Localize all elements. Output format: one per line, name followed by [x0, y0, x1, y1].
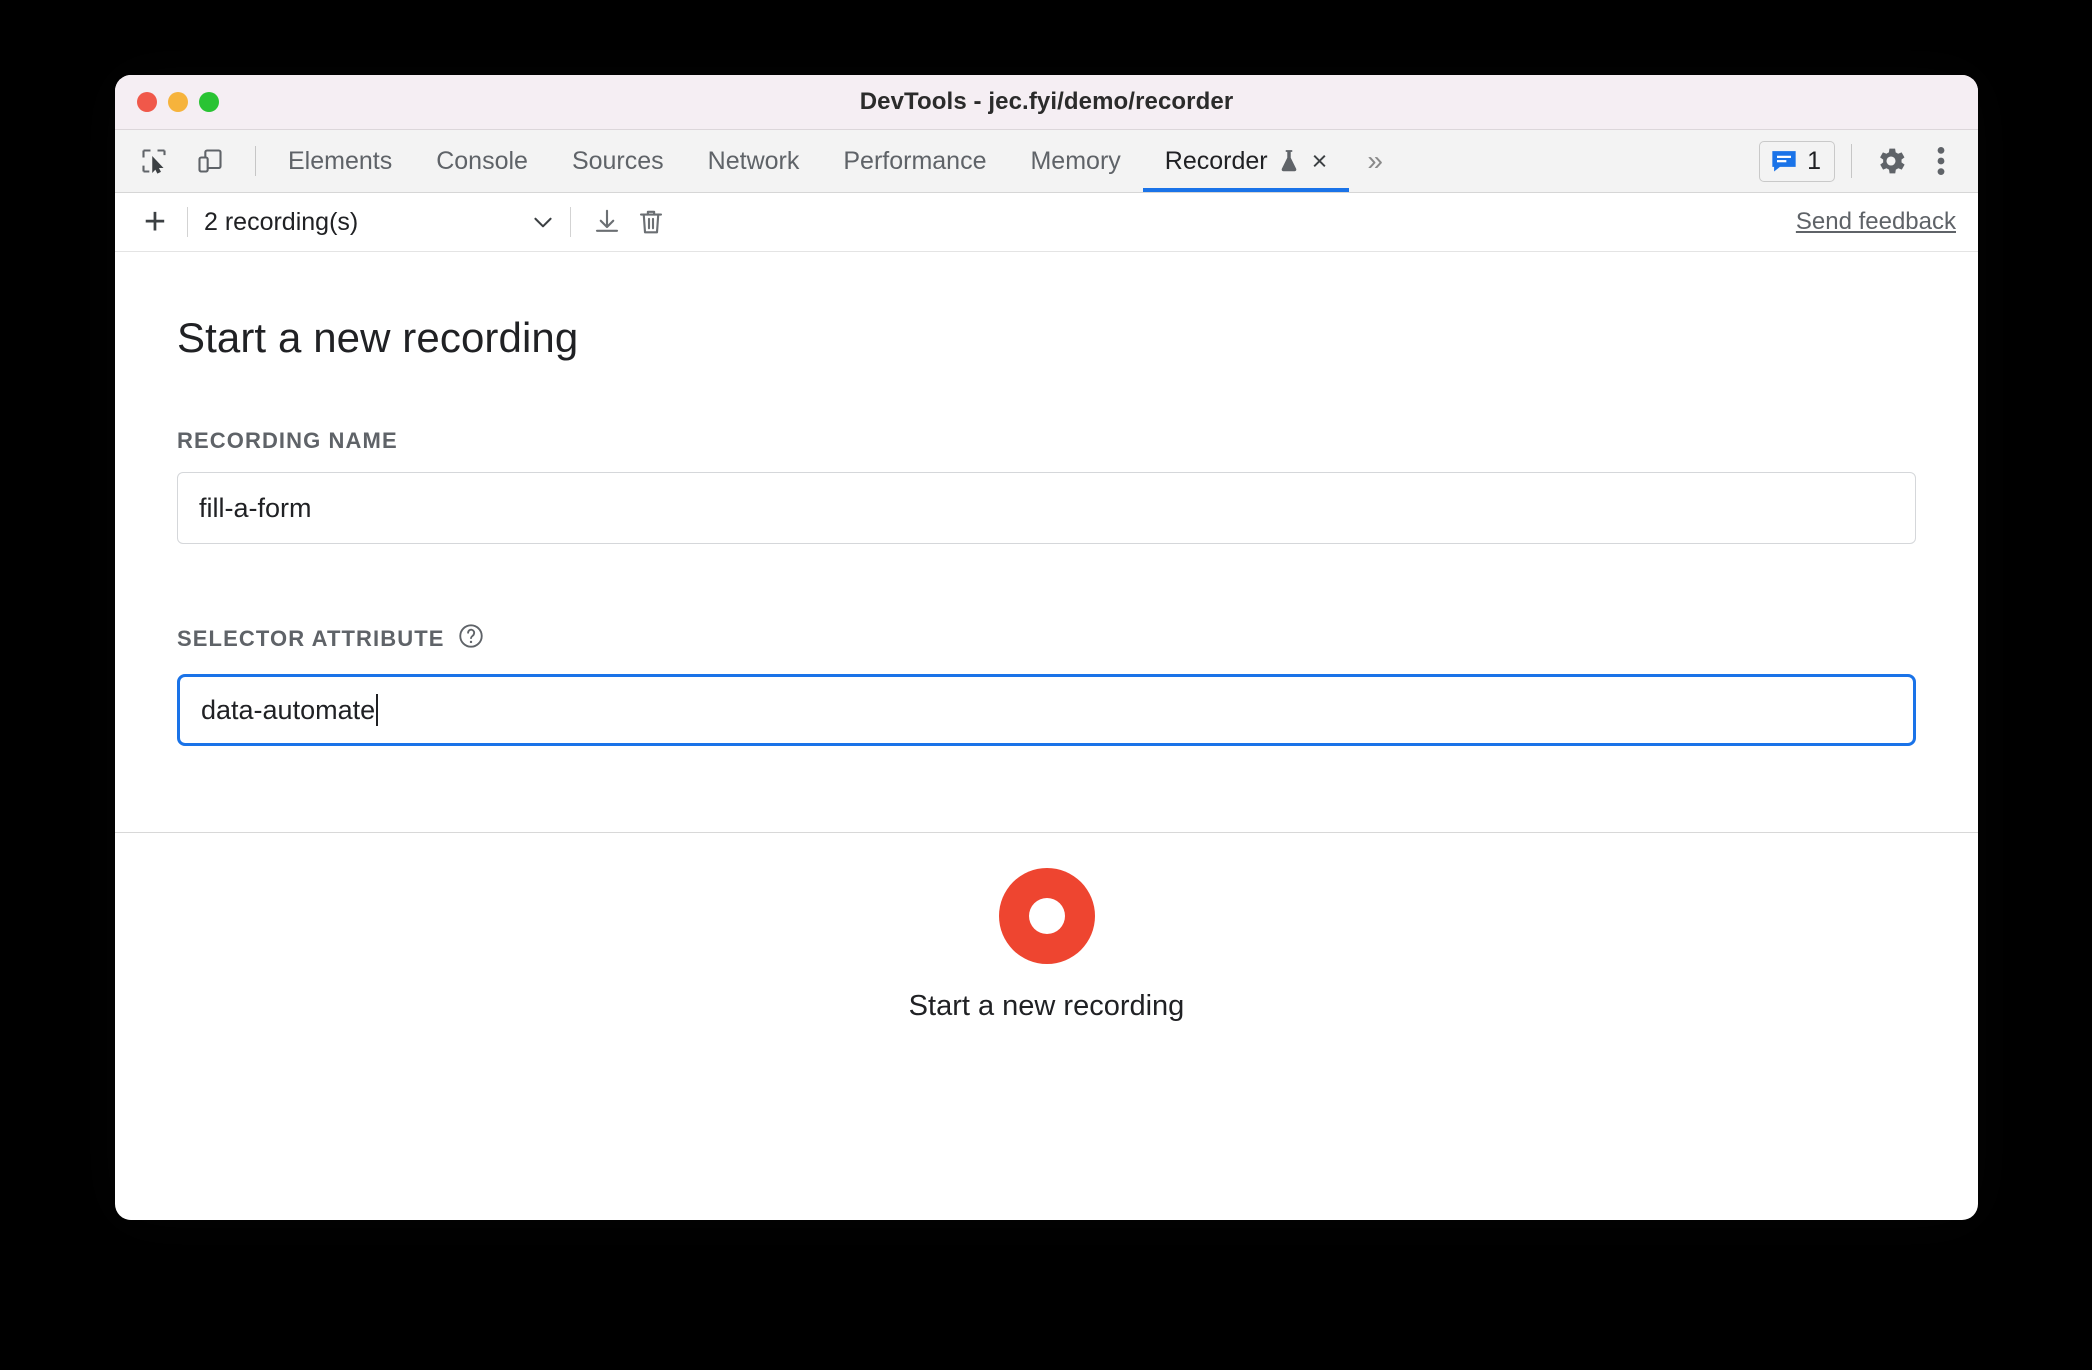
recording-name-field-group: RECORDING NAME fill-a-form — [177, 428, 1916, 544]
devtools-window: DevTools - jec.fyi/demo/recorder Element… — [115, 75, 1978, 1220]
message-count: 1 — [1807, 146, 1821, 175]
close-tab-icon[interactable]: × — [1312, 147, 1328, 175]
tabbar-tools — [115, 130, 266, 192]
selector-attribute-field-group: SELECTOR ATTRIBUTE data-automate — [177, 622, 1916, 746]
window-titlebar: DevTools - jec.fyi/demo/recorder — [115, 75, 1978, 130]
recording-name-input[interactable]: fill-a-form — [177, 472, 1916, 544]
traffic-lights — [137, 92, 219, 112]
inspect-element-icon[interactable] — [131, 138, 177, 184]
message-icon — [1772, 151, 1796, 172]
tab-label: Recorder — [1164, 146, 1268, 175]
start-recording-label: Start a new recording — [908, 990, 1185, 1022]
selector-attribute-input[interactable]: data-automate — [177, 674, 1916, 746]
page-title: Start a new recording — [177, 314, 579, 361]
recording-name-label-text: RECORDING NAME — [177, 428, 398, 453]
tab-label: Sources — [571, 146, 664, 175]
text-caret — [376, 694, 379, 726]
tab-label: Memory — [1030, 146, 1121, 175]
tabbar-actions: 1 — [1759, 130, 1978, 192]
recordings-select-label: 2 recording(s) — [204, 207, 359, 236]
tab-elements[interactable]: Elements — [266, 130, 414, 192]
recording-name-value: fill-a-form — [199, 492, 312, 523]
tab-recorder[interactable]: Recorder × — [1142, 130, 1350, 192]
recorder-toolbar: + 2 recording(s) Send feedback — [115, 193, 1978, 252]
recorder-form: Start a new recording RECORDING NAME fil… — [115, 252, 1978, 746]
more-options-kebab-icon[interactable] — [1918, 138, 1964, 184]
tab-label: Performance — [843, 146, 987, 175]
selector-attribute-label: SELECTOR ATTRIBUTE — [177, 622, 1916, 656]
tab-label: Elements — [288, 146, 393, 175]
selector-attribute-value: data-automate — [201, 694, 376, 725]
toolbar-divider — [187, 207, 188, 237]
add-recording-button[interactable]: + — [133, 200, 177, 244]
trash-icon[interactable] — [629, 200, 673, 244]
tab-label: Console — [436, 146, 528, 175]
zoom-window-button[interactable] — [199, 92, 219, 112]
more-tabs-icon[interactable]: » — [1349, 130, 1401, 192]
send-feedback-link[interactable]: Send feedback — [1796, 208, 1956, 236]
gear-icon[interactable] — [1868, 138, 1914, 184]
devtools-tabbar: Elements Console Sources Network Perform… — [115, 130, 1978, 193]
tab-sources[interactable]: Sources — [550, 130, 686, 192]
recording-name-label: RECORDING NAME — [177, 428, 1916, 454]
selector-attribute-label-text: SELECTOR ATTRIBUTE — [177, 626, 445, 651]
close-window-button[interactable] — [137, 92, 157, 112]
chevron-down-icon[interactable] — [530, 209, 564, 235]
recorder-panel: Start a new recording RECORDING NAME fil… — [115, 252, 1978, 1058]
tab-console[interactable]: Console — [414, 130, 550, 192]
recordings-select[interactable]: 2 recording(s) — [204, 208, 564, 237]
tab-network[interactable]: Network — [686, 130, 822, 192]
tabbar-divider — [255, 146, 256, 176]
console-messages-badge[interactable]: 1 — [1759, 140, 1835, 182]
record-icon-inner — [1028, 898, 1065, 934]
tab-memory[interactable]: Memory — [1008, 130, 1142, 192]
minimize-window-button[interactable] — [168, 92, 188, 112]
screen: DevTools - jec.fyi/demo/recorder Element… — [0, 0, 2092, 1370]
start-recording-button[interactable] — [998, 868, 1095, 964]
tab-list: Elements Console Sources Network Perform… — [266, 130, 1759, 192]
toolbar-divider-2 — [570, 207, 571, 237]
download-icon[interactable] — [585, 200, 629, 244]
experimental-flask-icon — [1278, 148, 1300, 174]
recorder-footer: Start a new recording — [115, 832, 1978, 1058]
tab-label: Network — [707, 146, 800, 175]
tab-performance[interactable]: Performance — [821, 130, 1008, 192]
device-toolbar-icon[interactable] — [187, 138, 233, 184]
tabbar-actions-divider — [1851, 144, 1852, 178]
window-title: DevTools - jec.fyi/demo/recorder — [859, 88, 1234, 115]
help-icon[interactable] — [457, 622, 485, 656]
